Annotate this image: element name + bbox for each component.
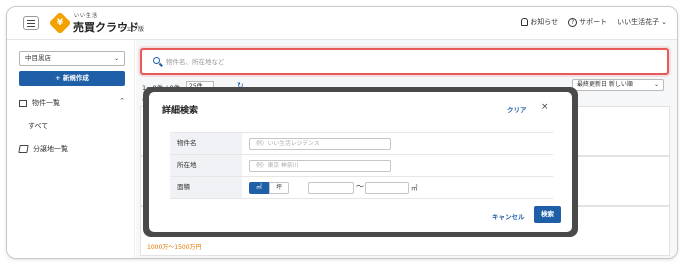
logo-subtitle: いい生活 [74,13,99,19]
store-select[interactable]: 中目黒店 ⌄ [19,51,125,66]
top-bar: ¥ いい生活 売買クラウド ウェブ版 お知らせ ? サポート いい生活花子 ⌄ [7,7,677,40]
search-form: 物件名 所在地 面積 ㎡ 坪 〜 ㎡ [170,132,553,199]
unit-m2-toggle[interactable]: ㎡ [249,182,269,194]
location-input[interactable] [249,160,391,172]
logo-icon: ¥ [48,11,72,35]
sort-select[interactable]: 最終更新日 新しい順 ⌄ [572,79,664,91]
sidebar-item-all[interactable]: すべて [28,121,48,131]
search-input[interactable] [166,54,646,69]
hamburger-menu-icon[interactable] [23,16,39,30]
search-icon [153,57,160,64]
support-link[interactable]: ? サポート [568,17,607,27]
list-item-price: 1000万〜1500万円 [147,244,202,251]
close-icon[interactable]: × [541,102,549,112]
map-icon [18,145,29,153]
cancel-button[interactable]: キャンセル [492,211,525,221]
form-row-location: 所在地 [170,155,553,177]
notifications-link[interactable]: お知らせ [521,17,558,27]
property-name-input[interactable] [249,138,391,150]
chevron-down-icon: ⌄ [113,55,119,62]
area-max-input[interactable] [365,182,409,194]
store-select-value: 中目黒店 [25,54,51,62]
sidebar-item-parcel-list[interactable]: 分譲地一覧 [18,144,68,154]
form-row-name: 物件名 [170,133,553,155]
advanced-search-dialog: 詳細検索 クリア × 物件名 所在地 面積 ㎡ 坪 〜 ㎡ キャンセル 検索 [149,92,572,232]
sort-select-value: 最終更新日 新しい順 [577,81,633,88]
clear-button[interactable]: クリア [507,104,527,114]
bell-icon [521,18,529,26]
app-edition: ウェブ版 [120,26,145,33]
help-icon: ? [568,17,578,27]
notifications-label: お知らせ [530,18,559,26]
area-unit: ㎡ [411,184,418,192]
search-bar[interactable] [140,48,669,75]
chevron-down-icon: ⌄ [653,81,659,88]
chevron-down-icon: ⌄ [661,18,667,26]
chevron-up-icon: ⌃ [119,97,125,105]
user-menu[interactable]: いい生活花子 ⌄ [617,17,667,27]
list-icon [19,99,27,107]
sidebar-item-label: 物件一覧 [32,99,60,107]
range-separator: 〜 [356,182,364,191]
header-actions: お知らせ ? サポート いい生活花子 ⌄ [521,17,667,27]
sidebar-item-property-list[interactable]: 物件一覧 ⌃ [19,97,129,108]
sidebar-item-label: 分譲地一覧 [33,145,68,153]
area-label: 面積 [170,177,242,198]
dialog-title: 詳細検索 [162,106,199,116]
sidebar: 中目黒店 ⌄ + 新規作成 物件一覧 ⌃ すべて 分譲地一覧 [7,40,135,258]
property-name-label: 物件名 [170,133,242,154]
user-name: いい生活花子 [617,18,660,26]
support-label: サポート [579,18,608,26]
search-button[interactable]: 検索 [534,206,561,223]
location-label: 所在地 [170,155,242,176]
unit-tsubo-toggle[interactable]: 坪 [269,182,289,194]
form-row-area: 面積 ㎡ 坪 〜 ㎡ [170,177,553,199]
area-min-input[interactable] [308,182,354,194]
new-button[interactable]: + 新規作成 [19,71,125,86]
